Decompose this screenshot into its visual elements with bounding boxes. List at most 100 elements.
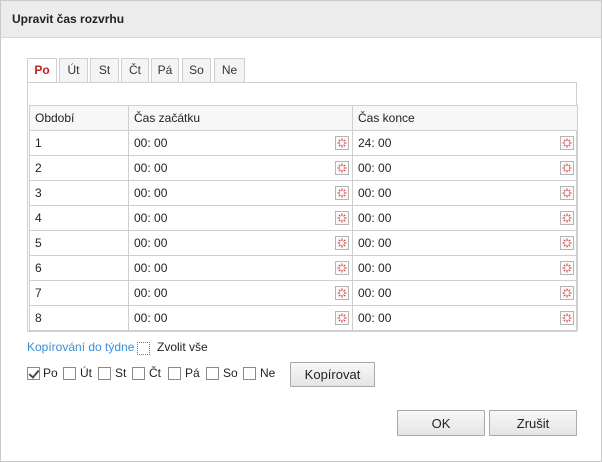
- end-time-value: 00: 00: [358, 161, 392, 175]
- copy-day-st-checkbox[interactable]: [98, 367, 111, 380]
- tab-ct[interactable]: Čt: [121, 58, 149, 83]
- clock-icon[interactable]: [560, 161, 574, 175]
- header-end-time: Čas konce: [352, 105, 578, 131]
- period-cell: 5: [29, 230, 129, 256]
- start-time-field[interactable]: 00: 00: [128, 130, 353, 156]
- end-time-value: 00: 00: [358, 311, 392, 325]
- period-cell: 3: [29, 180, 129, 206]
- schedule-table: Období Čas začátku Čas konce 1 00: 00 24: …: [29, 105, 578, 331]
- end-time-value: 00: 00: [358, 211, 392, 225]
- copy-day-po-label: Po: [43, 366, 58, 380]
- ok-button[interactable]: OK: [397, 410, 485, 436]
- copy-day-ut-label: Út: [80, 366, 92, 380]
- period-cell: 6: [29, 255, 129, 281]
- table-row: 4 00: 00 00: 00: [29, 205, 578, 231]
- end-time-value: 00: 00: [358, 236, 392, 250]
- tab-pa[interactable]: Pá: [151, 58, 179, 83]
- start-time-value: 00: 00: [134, 211, 168, 225]
- start-time-field[interactable]: 00: 00: [128, 155, 353, 181]
- schedule-dialog: Upravit čas rozvrhu Po Út St Čt Pá So Ne…: [0, 0, 602, 462]
- period-cell: 7: [29, 280, 129, 306]
- end-time-value: 00: 00: [358, 186, 392, 200]
- clock-icon[interactable]: [560, 286, 574, 300]
- clock-icon[interactable]: [560, 236, 574, 250]
- start-time-field[interactable]: 00: 00: [128, 230, 353, 256]
- start-time-value: 00: 00: [134, 161, 168, 175]
- copy-to-week-link[interactable]: Kopírování do týdne: [27, 340, 134, 354]
- end-time-field[interactable]: 00: 00: [352, 205, 578, 231]
- clock-icon[interactable]: [335, 161, 349, 175]
- end-time-field[interactable]: 00: 00: [352, 180, 578, 206]
- end-time-field[interactable]: 00: 00: [352, 155, 578, 181]
- cancel-button[interactable]: Zrušit: [489, 410, 577, 436]
- end-time-field[interactable]: 24: 00: [352, 130, 578, 156]
- header-start-time: Čas začátku: [128, 105, 353, 131]
- clock-icon[interactable]: [335, 136, 349, 150]
- dialog-titlebar: Upravit čas rozvrhu: [1, 1, 601, 38]
- copy-button[interactable]: Kopírovat: [290, 362, 375, 387]
- period-cell: 4: [29, 205, 129, 231]
- clock-icon[interactable]: [335, 311, 349, 325]
- start-time-value: 00: 00: [134, 286, 168, 300]
- clock-icon[interactable]: [335, 211, 349, 225]
- clock-icon[interactable]: [335, 261, 349, 275]
- copy-day-ut-checkbox[interactable]: [63, 367, 76, 380]
- clock-icon[interactable]: [560, 136, 574, 150]
- tab-so[interactable]: So: [182, 58, 211, 83]
- period-cell: 1: [29, 130, 129, 156]
- schedule-panel: Období Čas začátku Čas konce 1 00: 00 24: …: [27, 82, 578, 332]
- tab-ne[interactable]: Ne: [214, 58, 245, 83]
- select-all-label: Zvolit vše: [157, 340, 208, 354]
- copy-day-ne-label: Ne: [260, 366, 276, 380]
- start-time-field[interactable]: 00: 00: [128, 280, 353, 306]
- table-row: 5 00: 00 00: 00: [29, 230, 578, 256]
- select-all-checkbox[interactable]: [137, 342, 150, 355]
- start-time-field[interactable]: 00: 00: [128, 255, 353, 281]
- copy-day-pa-checkbox[interactable]: [168, 367, 181, 380]
- clock-icon[interactable]: [560, 261, 574, 275]
- copy-day-so-checkbox[interactable]: [206, 367, 219, 380]
- clock-icon[interactable]: [560, 311, 574, 325]
- period-cell: 2: [29, 155, 129, 181]
- start-time-value: 00: 00: [134, 186, 168, 200]
- tab-po[interactable]: Po: [27, 58, 57, 84]
- header-period: Období: [29, 105, 129, 131]
- table-row: 3 00: 00 00: 00: [29, 180, 578, 206]
- copy-day-po-checkbox[interactable]: [27, 367, 40, 380]
- table-row: 8 00: 00 00: 00: [29, 305, 578, 331]
- start-time-value: 00: 00: [134, 136, 168, 150]
- start-time-value: 00: 00: [134, 311, 168, 325]
- table-row: 1 00: 00 24: 00: [29, 130, 578, 156]
- clock-icon[interactable]: [560, 211, 574, 225]
- end-time-value: 24: 00: [358, 136, 392, 150]
- end-time-value: 00: 00: [358, 261, 392, 275]
- start-time-value: 00: 00: [134, 236, 168, 250]
- clock-icon[interactable]: [335, 236, 349, 250]
- tab-ut[interactable]: Út: [59, 58, 88, 83]
- end-time-value: 00: 00: [358, 286, 392, 300]
- dialog-title: Upravit čas rozvrhu: [12, 12, 125, 26]
- start-time-field[interactable]: 00: 00: [128, 305, 353, 331]
- start-time-field[interactable]: 00: 00: [128, 205, 353, 231]
- table-row: 2 00: 00 00: 00: [29, 155, 578, 181]
- table-header-row: Období Čas začátku Čas konce: [29, 105, 578, 131]
- end-time-field[interactable]: 00: 00: [352, 305, 578, 331]
- end-time-field[interactable]: 00: 00: [352, 230, 578, 256]
- copy-day-ct-label: Čt: [149, 366, 161, 380]
- copy-day-so-label: So: [223, 366, 238, 380]
- end-time-field[interactable]: 00: 00: [352, 255, 578, 281]
- table-row: 6 00: 00 00: 00: [29, 255, 578, 281]
- clock-icon[interactable]: [560, 186, 574, 200]
- period-cell: 8: [29, 305, 129, 331]
- copy-day-pa-label: Pá: [185, 366, 200, 380]
- start-time-field[interactable]: 00: 00: [128, 180, 353, 206]
- end-time-field[interactable]: 00: 00: [352, 280, 578, 306]
- tab-st[interactable]: St: [90, 58, 119, 83]
- table-row: 7 00: 00 00: 00: [29, 280, 578, 306]
- clock-icon[interactable]: [335, 286, 349, 300]
- clock-icon[interactable]: [335, 186, 349, 200]
- copy-day-ne-checkbox[interactable]: [243, 367, 256, 380]
- copy-day-st-label: St: [115, 366, 127, 380]
- copy-day-ct-checkbox[interactable]: [132, 367, 145, 380]
- start-time-value: 00: 00: [134, 261, 168, 275]
